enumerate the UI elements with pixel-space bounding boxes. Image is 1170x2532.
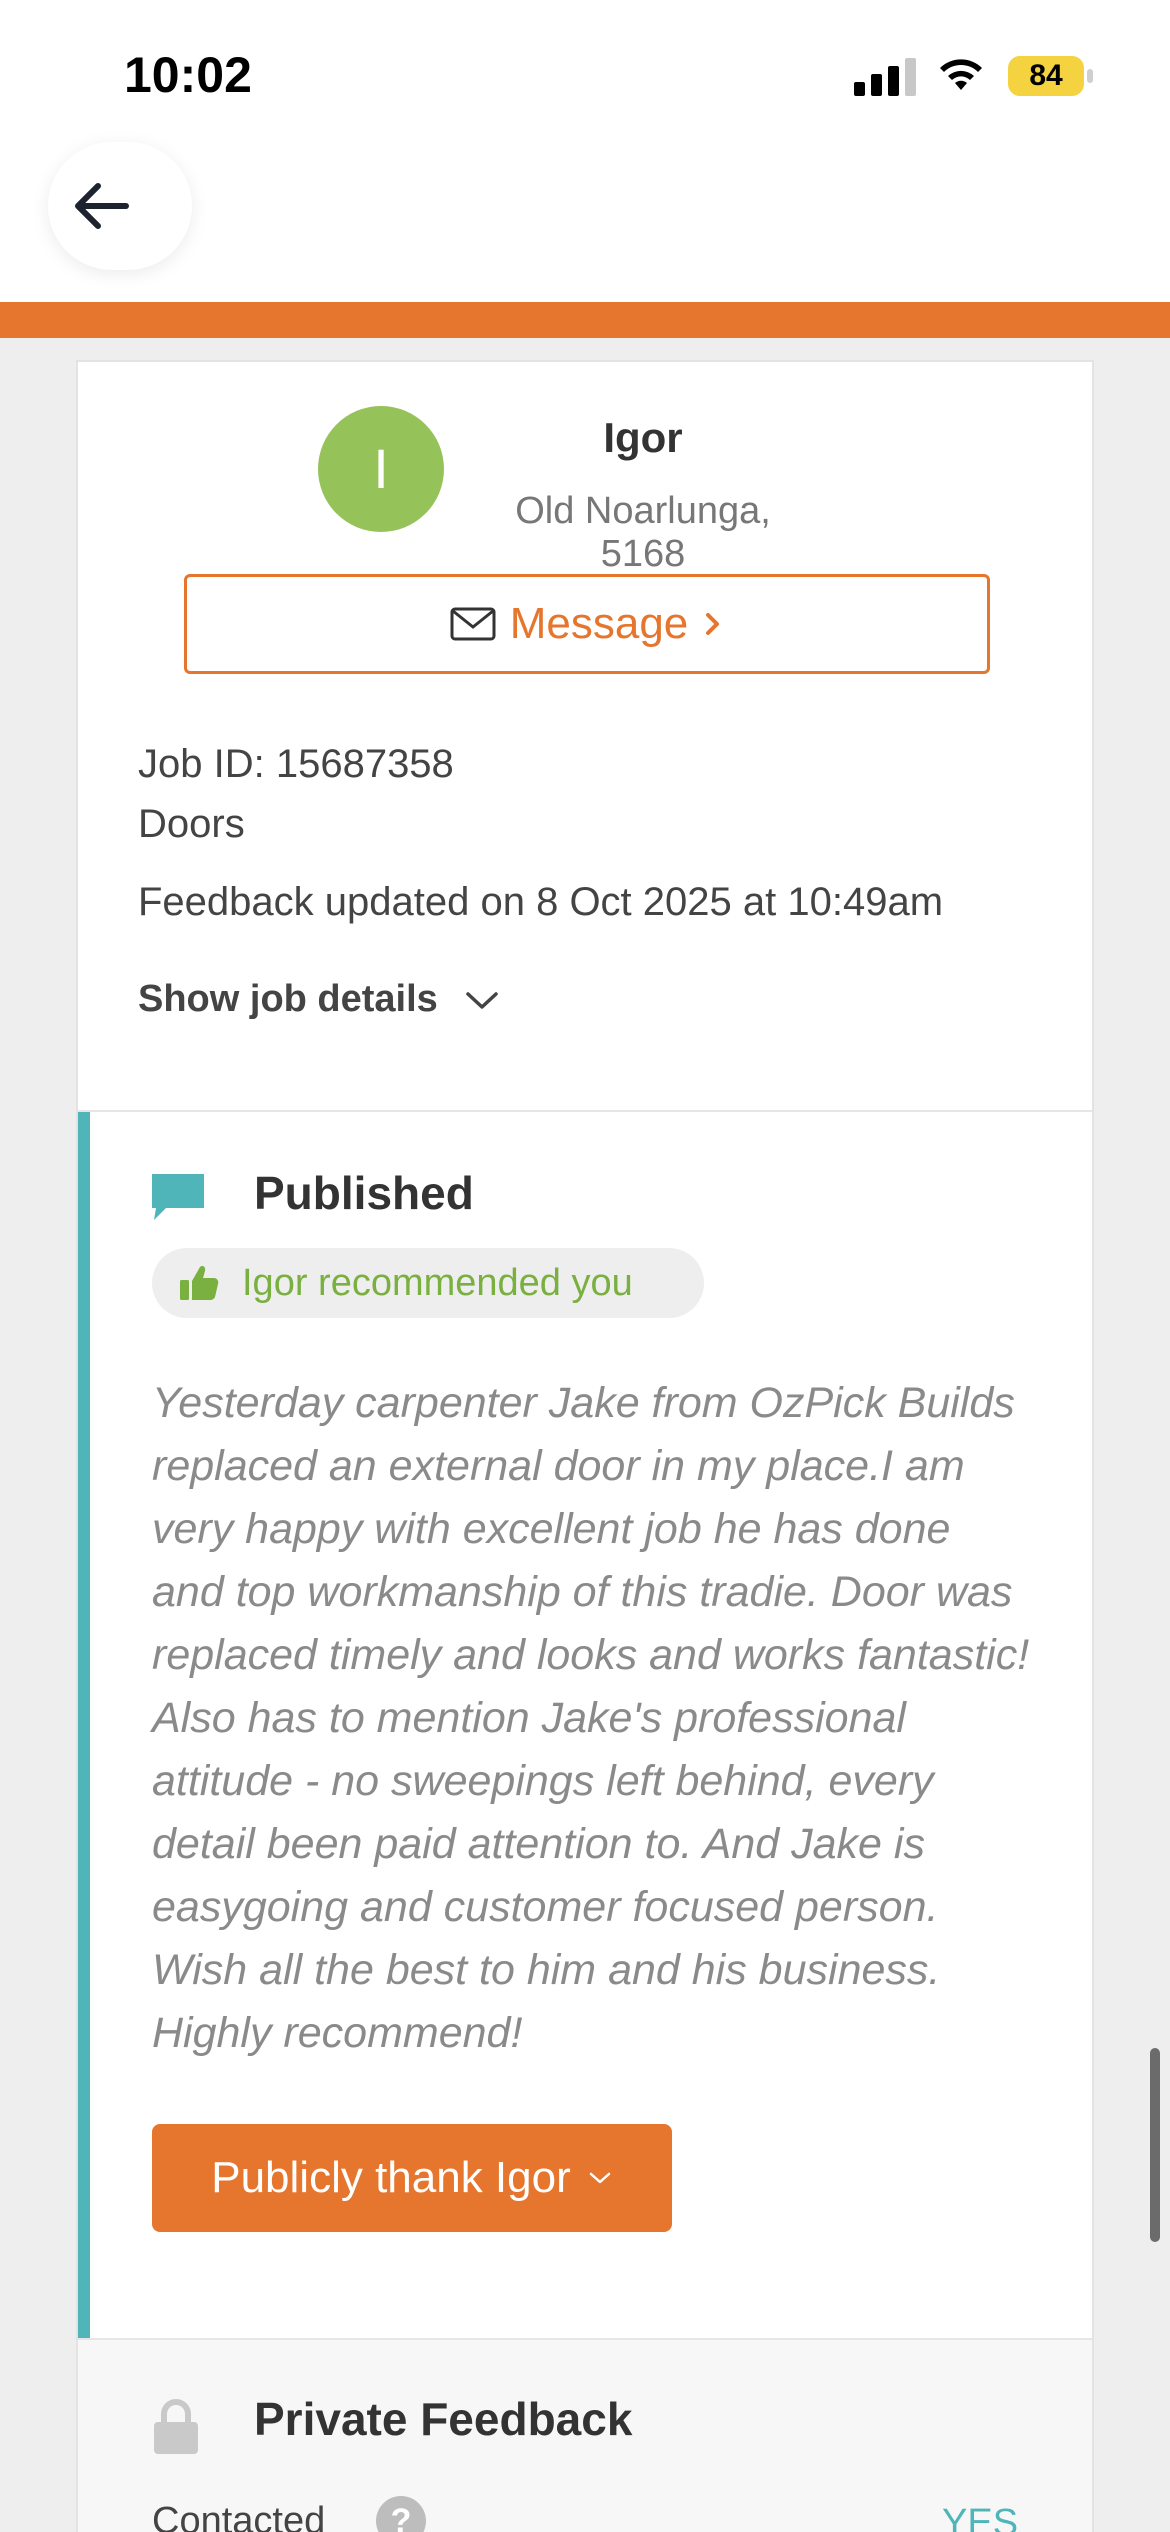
battery-icon: 84 <box>1008 56 1093 96</box>
private-feedback-section: Private Feedback Contacted ? YES <box>78 2338 1092 2532</box>
avatar: I <box>318 406 444 532</box>
back-button[interactable] <box>48 142 192 270</box>
battery-level: 84 <box>1029 59 1063 92</box>
envelope-icon <box>450 607 496 641</box>
published-review-section: Published Igor recommended you Yesterday… <box>78 1112 1092 2338</box>
speech-bubble-icon <box>152 1174 204 1220</box>
contacted-label: Contacted <box>152 2500 326 2532</box>
job-category: Doors <box>138 802 245 846</box>
status-bar: 10:02 84 <box>0 0 1170 150</box>
job-id: Job ID: 15687358 <box>138 742 454 786</box>
cellular-signal-icon <box>854 56 916 96</box>
customer-name: Igor <box>603 414 683 461</box>
wifi-icon <box>940 59 982 90</box>
review-text: Yesterday carpenter Jake from OzPick Bui… <box>152 1379 1030 2057</box>
contacted-value: YES <box>942 2502 1019 2532</box>
published-title: Published <box>254 1167 474 1219</box>
chevron-down-icon <box>589 2172 611 2184</box>
customer-location: Old Noarlunga, 5168 <box>515 490 771 575</box>
thumbs-up-icon <box>180 1266 219 1300</box>
lock-icon <box>154 2399 198 2454</box>
feedback-card: I Igor Old Noarlunga, 5168 Message Job I… <box>76 360 1094 2532</box>
arrow-left-icon <box>75 183 129 229</box>
chevron-down-icon <box>466 991 498 1009</box>
feedback-updated-date: Feedback updated on 8 Oct 2025 at 10:49a… <box>138 880 944 924</box>
scrollbar[interactable] <box>1150 2048 1160 2242</box>
recommendation-text: Igor recommended you <box>242 1262 633 1304</box>
publicly-thank-button[interactable]: Publicly thank Igor <box>152 2124 672 2232</box>
status-time: 10:02 <box>124 47 252 103</box>
publicly-thank-label: Publicly thank Igor <box>211 2153 571 2202</box>
chevron-right-icon <box>706 613 720 635</box>
help-icon[interactable]: ? <box>376 2496 426 2532</box>
message-button[interactable]: Message <box>184 574 990 674</box>
message-label: Message <box>509 599 689 648</box>
show-job-details-toggle[interactable]: Show job details <box>138 978 500 1021</box>
accent-bar <box>0 302 1170 338</box>
recommendation-badge: Igor recommended you <box>152 1248 704 1318</box>
private-feedback-title: Private Feedback <box>254 2393 633 2445</box>
show-job-details-label: Show job details <box>138 978 438 1020</box>
